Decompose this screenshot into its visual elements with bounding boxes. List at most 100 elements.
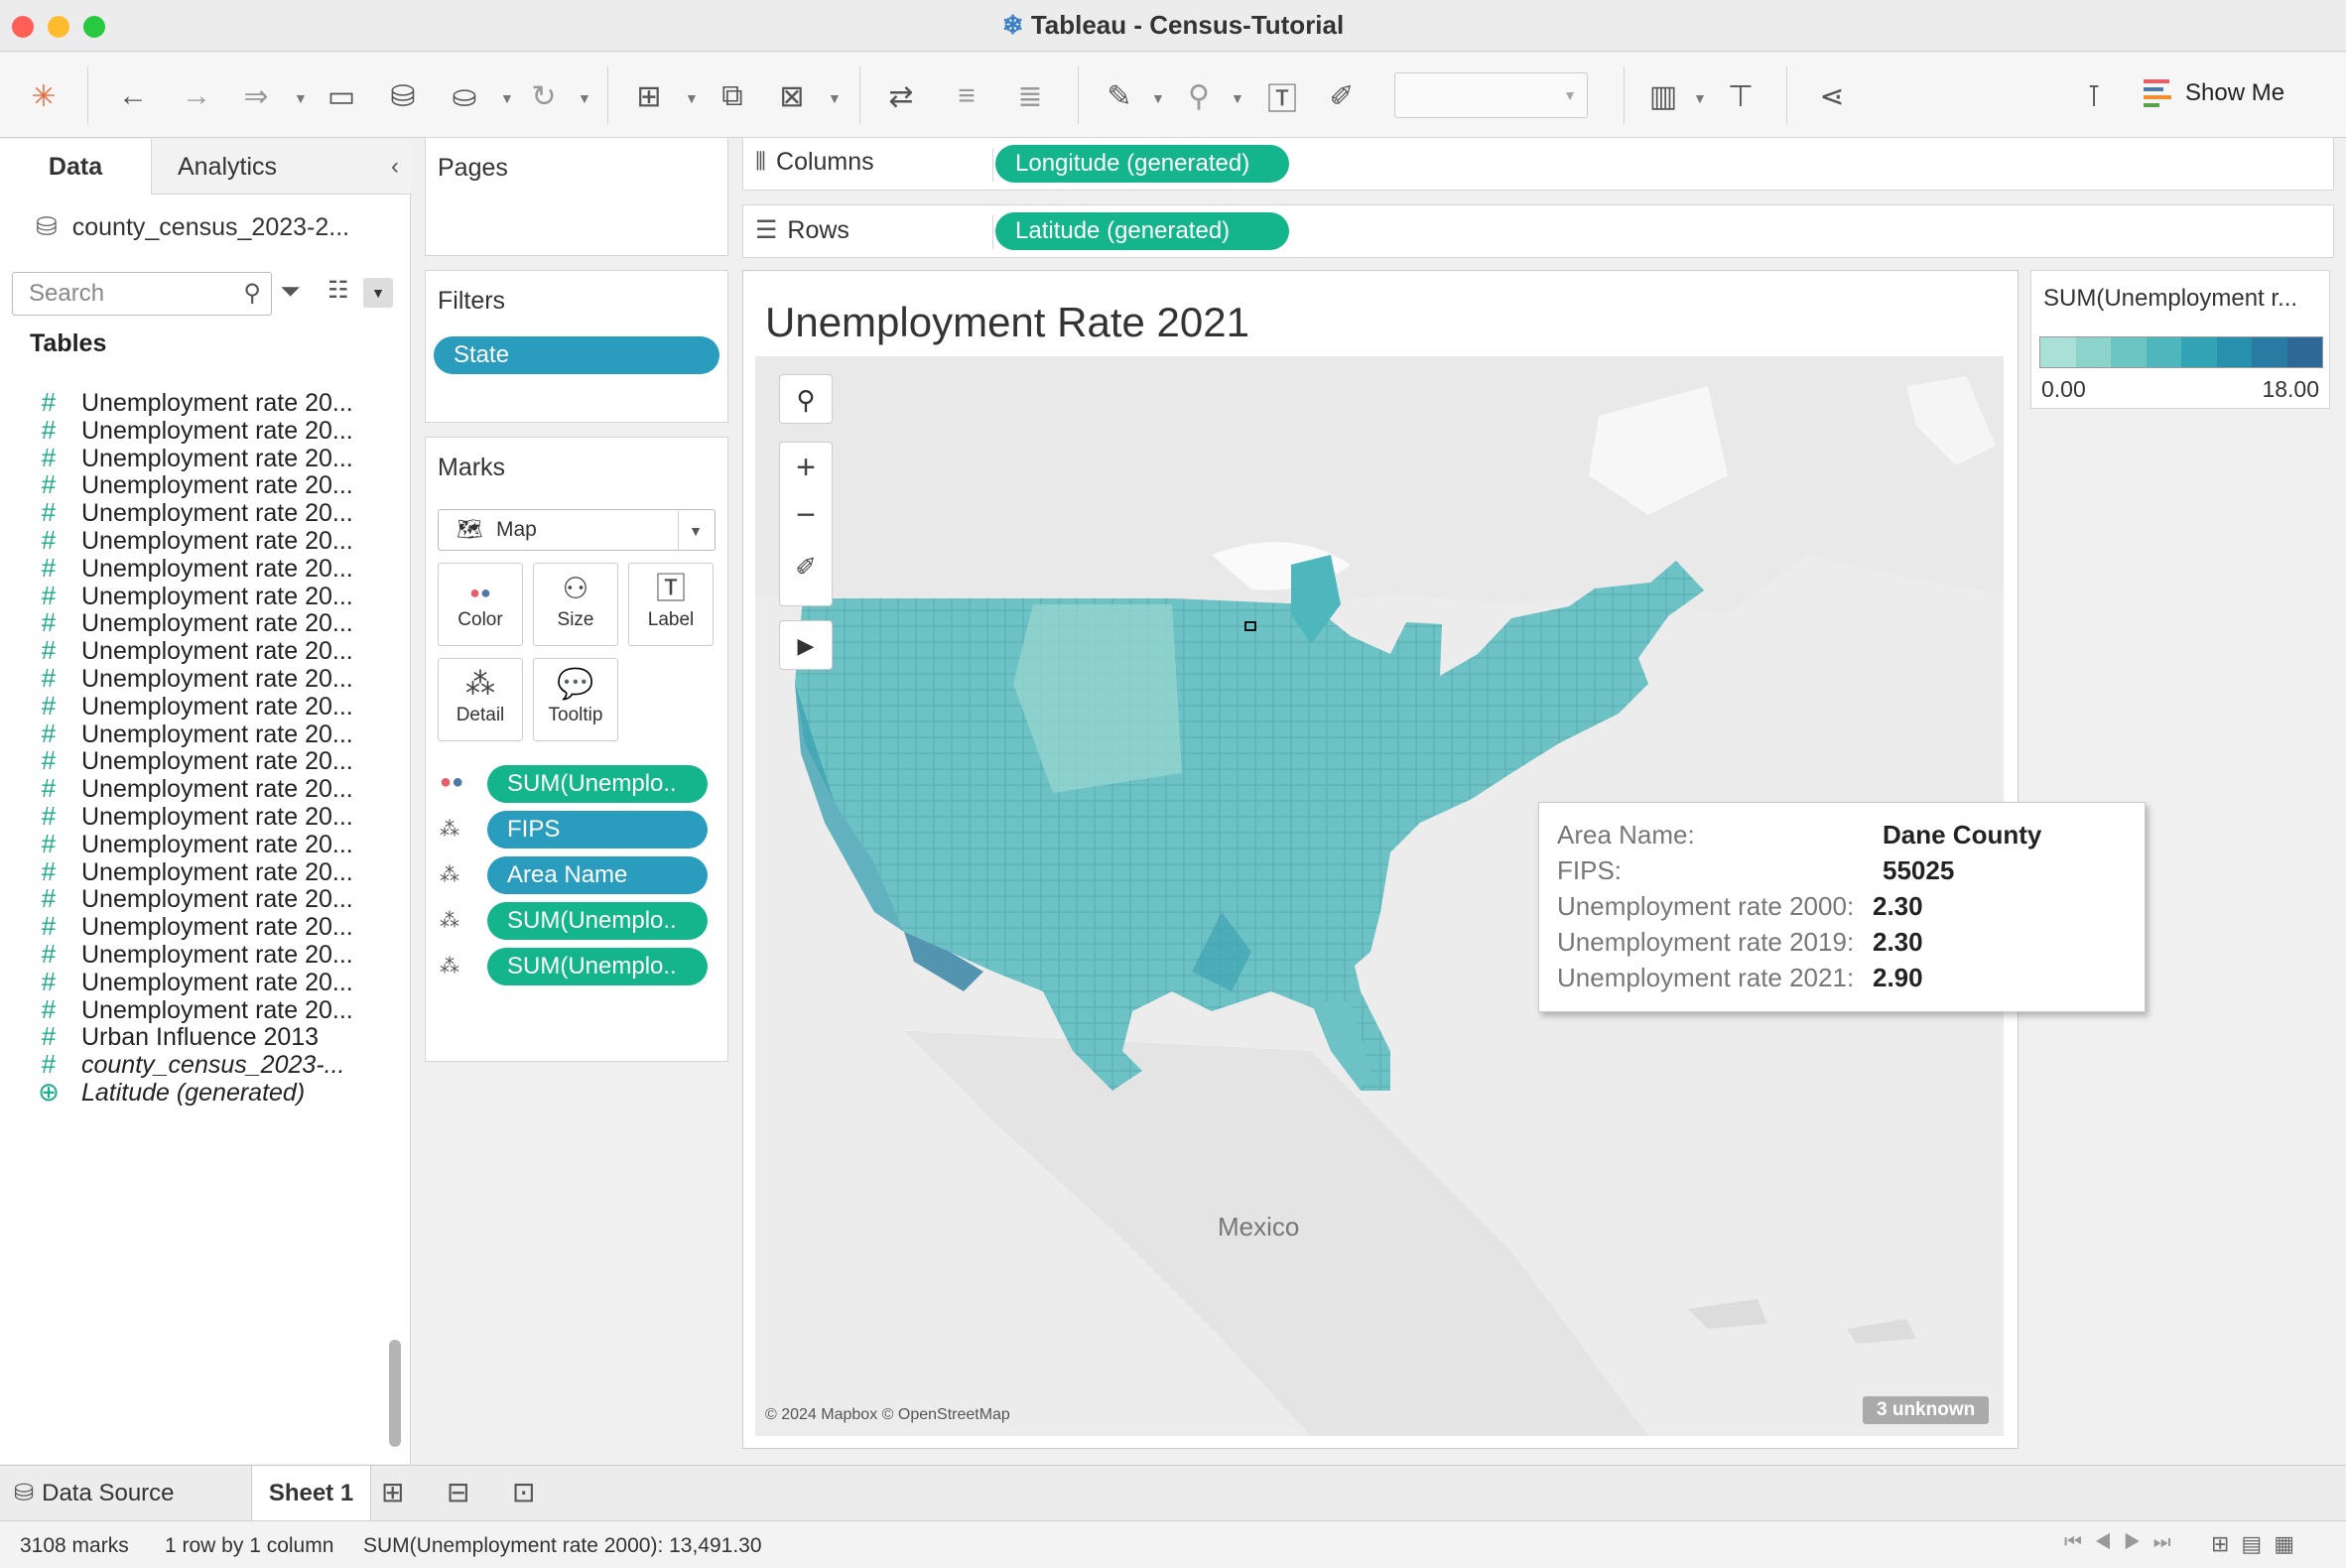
marks-pill[interactable]: SUM(Unemplo..	[487, 902, 708, 940]
sheet-navigation-arrows-icon[interactable]: ⏮◀▶⏭	[2064, 1531, 2183, 1554]
redo-arrow-icon[interactable]: →	[175, 74, 218, 118]
tooltip-speech-icon: 💬	[557, 668, 594, 701]
columns-pill-longitude[interactable]: Longitude (generated)	[995, 145, 1289, 183]
detail-hierarchy-icon: ⁂	[440, 910, 459, 932]
refresh-dropdown-icon[interactable]: ▼	[578, 90, 591, 106]
save-icon[interactable]: ▭	[320, 74, 363, 118]
search-input[interactable]: Search ⚲	[12, 272, 272, 316]
zoom-in-icon[interactable]: +	[780, 443, 832, 492]
new-worksheet-dropdown-icon[interactable]: ▼	[685, 90, 699, 106]
pause-updates-icon[interactable]: ⛀	[443, 74, 486, 118]
new-story-icon[interactable]: ⊡	[512, 1476, 535, 1508]
color-dots-icon: ●●	[469, 583, 491, 602]
marks-card: Marks 🗺 Map ▼ ●● Color ⚇ Size 🅃 Label ⁂ …	[425, 437, 728, 1062]
tooltip-button-label: Tooltip	[548, 705, 603, 725]
map-attribution[interactable]: © 2024 Mapbox © OpenStreetMap	[765, 1406, 1010, 1424]
filter-pill-state[interactable]: State	[434, 336, 719, 374]
tab-sheet-1[interactable]: Sheet 1	[252, 1466, 371, 1521]
duplicate-sheet-icon[interactable]: ⧉	[711, 74, 754, 118]
sort-ascending-icon[interactable]: ≡	[945, 74, 988, 118]
collapse-pane-icon[interactable]: ‹	[391, 139, 399, 195]
legend-color-step	[2111, 337, 2147, 367]
marks-pill[interactable]: SUM(Unemplo..	[487, 765, 708, 803]
new-worksheet-icon[interactable]: ⊞	[381, 1476, 404, 1508]
label-button[interactable]: 🅃 Label	[628, 563, 714, 646]
detail-hierarchy-icon: ⁂	[440, 819, 459, 841]
presentation-mode-icon[interactable]: ⊤	[1719, 74, 1762, 118]
pin-map-icon[interactable]: ✐	[780, 542, 832, 591]
tooltip-row-value: 2.30	[1873, 891, 1923, 921]
fix-axes-pin-icon[interactable]: ✐	[1320, 74, 1364, 118]
color-legend[interactable]: SUM(Unemployment r... 0.00 18.00	[2030, 270, 2330, 409]
tableau-logo-icon: ❄	[1001, 10, 1024, 40]
rows-shelf[interactable]: ☰ Rows Latitude (generated)	[742, 204, 2334, 258]
tab-data-source[interactable]: ⛁ Data Source	[0, 1466, 252, 1521]
refresh-icon[interactable]: ↻	[522, 74, 566, 118]
share-icon[interactable]: ⋖	[1810, 74, 1854, 118]
filter-funnel-icon[interactable]: ⏷	[280, 276, 301, 308]
pages-card[interactable]: Pages	[425, 137, 728, 256]
filters-card[interactable]: Filters State	[425, 270, 728, 423]
show-cards-icon[interactable]: ▥	[1641, 74, 1685, 118]
fit-dropdown[interactable]: ▼	[1394, 72, 1588, 118]
legend-color-step	[2146, 337, 2181, 367]
show-cards-dropdown-icon[interactable]: ▼	[1693, 90, 1707, 106]
size-button[interactable]: ⚇ Size	[533, 563, 618, 646]
highlight-icon[interactable]: ✎	[1098, 74, 1141, 118]
map-search-icon[interactable]: ⚲	[779, 374, 833, 424]
sort-descending-icon[interactable]: ≣	[1008, 74, 1052, 118]
marks-pill[interactable]: Area Name	[487, 856, 708, 894]
color-button[interactable]: ●● Color	[438, 563, 523, 646]
tooltip-pin-icon[interactable]: ⊺	[2072, 74, 2116, 118]
datasource-item[interactable]: ⛁ county_census_2023-2...	[36, 204, 349, 248]
tooltip-row-label: Unemployment rate 2000:	[1557, 891, 1855, 921]
island-shape	[1847, 1319, 1916, 1344]
chevron-down-icon: ▼	[1563, 87, 1577, 103]
expand-toolbar-icon[interactable]: ▶	[779, 620, 833, 670]
columns-shelf[interactable]: ⦀ Columns Longitude (generated)	[742, 137, 2334, 191]
toolbar-divider	[1786, 66, 1787, 124]
map-zoom-controls: + − ✐	[779, 442, 833, 606]
tab-analytics[interactable]: Analytics ‹	[151, 139, 411, 195]
replay-icon[interactable]: ⇒	[234, 74, 278, 118]
detail-button[interactable]: ⁂ Detail	[438, 658, 523, 741]
clear-sheet-icon[interactable]: ⊠	[770, 74, 814, 118]
view-list-icon[interactable]: ☷	[327, 276, 349, 305]
show-me-label: Show Me	[2185, 79, 2285, 106]
show-mark-labels-icon[interactable]: 🅃	[1260, 74, 1304, 118]
toolbar-divider	[87, 66, 88, 124]
undo-arrow-icon[interactable]: ←	[111, 74, 155, 118]
table-field-item[interactable]: ⊕ Latitude (generated)	[30, 1071, 305, 1112]
legend-color-step	[2040, 337, 2076, 367]
rows-pill-latitude[interactable]: Latitude (generated)	[995, 212, 1289, 250]
tables-scrollbar[interactable]	[389, 1340, 401, 1447]
detail-hierarchy-icon: ⁂	[465, 668, 495, 701]
swap-rows-columns-icon[interactable]: ⇄	[879, 74, 923, 118]
replay-dropdown-icon[interactable]: ▼	[294, 90, 308, 106]
status-dims: 1 row by 1 column	[165, 1534, 334, 1557]
new-dashboard-icon[interactable]: ⊟	[447, 1476, 469, 1508]
marks-pill[interactable]: FIPS	[487, 811, 708, 849]
new-datasource-icon[interactable]: ⛁	[381, 74, 425, 118]
mark-type-dropdown[interactable]: 🗺 Map ▼	[438, 509, 716, 551]
clear-dropdown-icon[interactable]: ▼	[828, 90, 842, 106]
legend-min: 0.00	[2041, 376, 2086, 402]
new-worksheet-icon[interactable]: ⊞	[627, 74, 671, 118]
tableau-home-icon[interactable]: ✳	[22, 74, 65, 118]
mark-tooltip: Area Name: Dane County FIPS: 55025 Unemploym…	[1538, 802, 2146, 1012]
group-members-icon[interactable]: ⚲	[1177, 74, 1221, 118]
table-field-label: Latitude (generated)	[81, 1079, 306, 1107]
unknown-locations-badge[interactable]: 3 unknown	[1863, 1396, 1990, 1424]
highlight-dropdown-icon[interactable]: ▼	[1151, 90, 1165, 106]
group-dropdown-icon[interactable]: ▼	[1231, 90, 1244, 106]
marks-pill[interactable]: SUM(Unemplo..	[487, 948, 708, 985]
zoom-out-icon[interactable]: −	[780, 492, 832, 542]
pause-dropdown-icon[interactable]: ▼	[500, 90, 514, 106]
legend-color-step	[2075, 337, 2111, 367]
tooltip-button[interactable]: 💬 Tooltip	[533, 658, 618, 741]
view-title: Unemployment Rate 2021	[765, 299, 1249, 345]
pane-menu-dropdown-icon[interactable]: ▼	[363, 278, 393, 308]
tab-data[interactable]: Data	[0, 139, 151, 195]
sheet-view-toggle-icon[interactable]: ⊞▤▦	[2211, 1531, 2306, 1557]
show-me-button[interactable]: Show Me	[2144, 78, 2284, 108]
